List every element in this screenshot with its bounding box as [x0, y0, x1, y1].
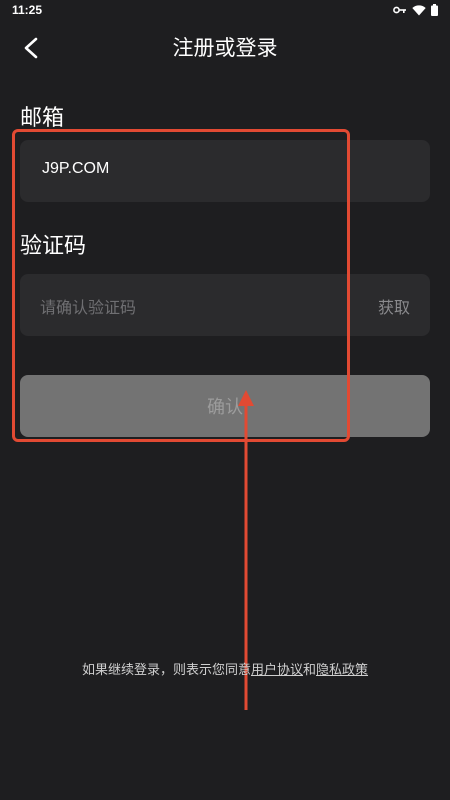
wifi-icon [412, 4, 426, 16]
email-value: J9P.COM [42, 160, 110, 177]
footer-prefix: 如果继续登录，则表示您同意 [81, 663, 251, 678]
privacy-policy-link[interactable]: 隐私政策 [316, 663, 368, 678]
footer-agreement: 如果继续登录，则表示您同意用户协议和隐私政策 [0, 659, 450, 678]
page-title: 注册或登录 [172, 36, 278, 60]
status-icons [393, 4, 438, 16]
header: 注册或登录 [0, 22, 450, 72]
code-label: 验证码 [20, 234, 87, 259]
verification-code-field[interactable]: 请确认验证码 获取 [20, 274, 430, 336]
get-code-button[interactable]: 获取 [378, 294, 410, 318]
status-time: 11:25 [12, 3, 43, 17]
email-label: 邮箱 [20, 106, 65, 131]
code-placeholder: 请确认验证码 [40, 298, 137, 317]
key-icon [393, 5, 407, 15]
user-agreement-link[interactable]: 用户协议 [251, 663, 303, 678]
confirm-button[interactable]: 确认 [20, 375, 430, 437]
status-bar: 11:25 [0, 0, 450, 22]
email-field[interactable]: J9P.COM [20, 140, 430, 202]
footer-and: 和 [303, 663, 317, 678]
battery-icon [431, 4, 438, 16]
